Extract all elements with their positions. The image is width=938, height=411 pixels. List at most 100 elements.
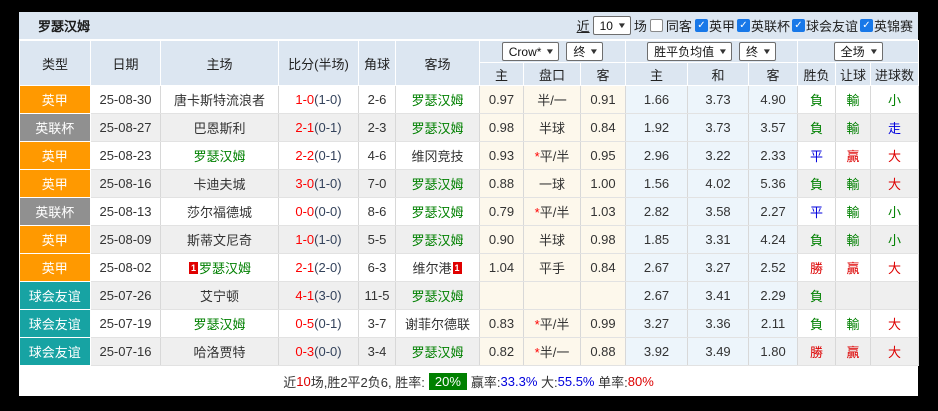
odds-draw: 3.31: [687, 225, 750, 254]
away-team[interactable]: 维尔港 1: [395, 253, 480, 282]
match-row: 英甲 25-08-30 唐卡斯特流浪者 1-0(1-0) 2-6 罗瑟汉姆 0.97 半/一 0…: [19, 85, 920, 114]
home-team[interactable]: 唐卡斯特流浪者: [160, 85, 279, 114]
europe-time-select[interactable]: 终 ▼: [739, 42, 776, 61]
corners: 3-7: [358, 309, 396, 338]
ah-away-odds: 1.00: [580, 169, 627, 198]
halftime-score: (0-0): [314, 204, 342, 219]
odds-lose: 2.33: [748, 141, 799, 170]
home-team[interactable]: 莎尔福德城: [160, 197, 279, 226]
away-team[interactable]: 谢菲尔德联: [395, 309, 480, 338]
ah-away-odds: 0.84: [580, 253, 627, 282]
league-badge: 球会友谊: [19, 337, 91, 366]
bookmaker-select[interactable]: Crow* ▼: [501, 42, 560, 61]
corners: 3-4: [358, 337, 396, 366]
odds-draw: 3.36: [687, 309, 750, 338]
match-date: 25-07-16: [90, 337, 161, 366]
league-badge: 英联杯: [19, 113, 91, 142]
match-score: 0-5(0-1): [278, 309, 359, 338]
handicap-star: *: [534, 205, 540, 220]
home-team-name: 罗瑟汉姆: [193, 149, 246, 164]
ah-away-odds: 0.91: [580, 85, 627, 114]
odds-lose: 3.57: [748, 113, 799, 142]
ah-line: *平/半: [523, 141, 581, 170]
league-checkbox-label: 英锦赛: [873, 19, 913, 34]
scope-select[interactable]: 全场 ▼: [833, 42, 883, 61]
league-checkbox[interactable]: ✓: [859, 19, 873, 32]
home-team[interactable]: 哈洛贾特: [160, 337, 279, 366]
match-date: 25-08-30: [90, 85, 161, 114]
odds-win: 1.92: [625, 113, 689, 142]
result-handicap: 輸: [835, 169, 872, 198]
home-team[interactable]: 罗瑟汉姆: [160, 309, 279, 338]
subcol-eu-win: 主: [625, 62, 689, 86]
odds-draw: 3.58: [687, 197, 750, 226]
match-date: 25-07-26: [90, 281, 161, 310]
away-team[interactable]: 罗瑟汉姆: [395, 169, 480, 198]
result-handicap: 贏: [835, 253, 872, 282]
league-badge: 球会友谊: [19, 309, 91, 338]
home-team[interactable]: 卡迪夫城: [160, 169, 279, 198]
halftime-score: (0-1): [314, 148, 342, 163]
ah-home-odds: 0.90: [479, 225, 524, 254]
match-count-select[interactable]: 10 ▼: [592, 16, 631, 35]
odds-win: 3.92: [625, 337, 689, 366]
match-count-value: 10: [599, 18, 613, 33]
league-filter-group: ✓ 英甲 ✓ 英联杯 ✓ 球会友谊 ✓ 英锦赛: [694, 16, 913, 35]
ah-away-odds: 0.99: [580, 309, 627, 338]
scope-select-group: 全场 ▼: [797, 40, 920, 63]
result-wdl: 勝: [797, 337, 837, 366]
away-team[interactable]: 罗瑟汉姆: [395, 197, 480, 226]
europe-odds-select[interactable]: 胜平负均值 ▼: [647, 42, 733, 61]
matches-table: 类型 日期 主场 比分(半场) 角球 客场 Crow* ▼ 终 ▼ 胜平负均值 …: [19, 40, 920, 366]
away-team-name: 罗瑟汉姆: [411, 345, 464, 360]
odds-win: 3.27: [625, 309, 689, 338]
away-team[interactable]: 罗瑟汉姆: [395, 337, 480, 366]
league-checkbox[interactable]: ✓: [736, 19, 750, 32]
league-checkbox[interactable]: ✓: [694, 19, 708, 32]
home-team-name: 卡迪夫城: [193, 177, 246, 192]
away-team[interactable]: 罗瑟汉姆: [395, 281, 480, 310]
odds-lose: 1.80: [748, 337, 799, 366]
europe-odds-value: 胜平负均值: [654, 45, 715, 59]
ah-home-odds: 0.79: [479, 197, 524, 226]
corners: 8-6: [358, 197, 396, 226]
away-team[interactable]: 罗瑟汉姆: [395, 113, 480, 142]
away-team[interactable]: 罗瑟汉姆: [395, 225, 480, 254]
home-team[interactable]: 艾宁顿: [160, 281, 279, 310]
league-filter: ✓ 英甲: [694, 16, 735, 35]
home-team[interactable]: 罗瑟汉姆: [160, 141, 279, 170]
summary-text: 单率:: [594, 374, 628, 390]
match-score: 0-0(0-0): [278, 197, 359, 226]
league-filter: ✓ 英锦赛: [859, 16, 913, 35]
ah-line: 半球: [523, 225, 581, 254]
subcol-eu-draw: 和: [687, 62, 750, 86]
home-team[interactable]: 1 罗瑟汉姆: [160, 253, 279, 282]
result-wdl: 平: [797, 197, 837, 226]
ah-home-odds: 0.83: [479, 309, 524, 338]
away-team[interactable]: 罗瑟汉姆: [395, 85, 480, 114]
corners: 2-6: [358, 85, 396, 114]
odds-win: 2.96: [625, 141, 689, 170]
result-wdl: 負: [797, 169, 837, 198]
handicap-star: *: [534, 149, 540, 164]
chevron-down-icon: ▼: [717, 47, 729, 56]
result-wdl: 平: [797, 141, 837, 170]
home-team-name: 罗瑟汉姆: [199, 261, 252, 276]
home-team[interactable]: 斯蒂文尼奇: [160, 225, 279, 254]
recent-link[interactable]: 近: [577, 16, 590, 35]
handicap-time-select[interactable]: 终 ▼: [566, 42, 604, 61]
match-date: 25-08-23: [90, 141, 161, 170]
halftime-score: (3-0): [314, 288, 342, 303]
title-bar: 罗瑟汉姆 近 10 ▼ 场 同客 ✓ 英甲 ✓ 英联杯 ✓ 球会友谊 ✓ 英锦赛: [19, 12, 918, 40]
match-score: 2-1(2-0): [278, 253, 359, 282]
away-team[interactable]: 维冈竞技: [395, 141, 480, 170]
same-venue-checkbox[interactable]: [649, 19, 663, 32]
match-row: 英甲 25-08-23 罗瑟汉姆 2-2(0-1) 4-6 维冈竞技 0.93 *平/半 0.9…: [19, 141, 920, 170]
chevron-down-icon: ▼: [545, 47, 556, 56]
home-team[interactable]: 巴恩斯利: [160, 113, 279, 142]
result-handicap: 贏: [835, 337, 872, 366]
match-date: 25-08-09: [90, 225, 161, 254]
summary-text: 场,胜2平2负6, 胜率:: [310, 374, 425, 390]
scope-value: 全场: [840, 45, 865, 59]
league-checkbox[interactable]: ✓: [791, 19, 805, 32]
